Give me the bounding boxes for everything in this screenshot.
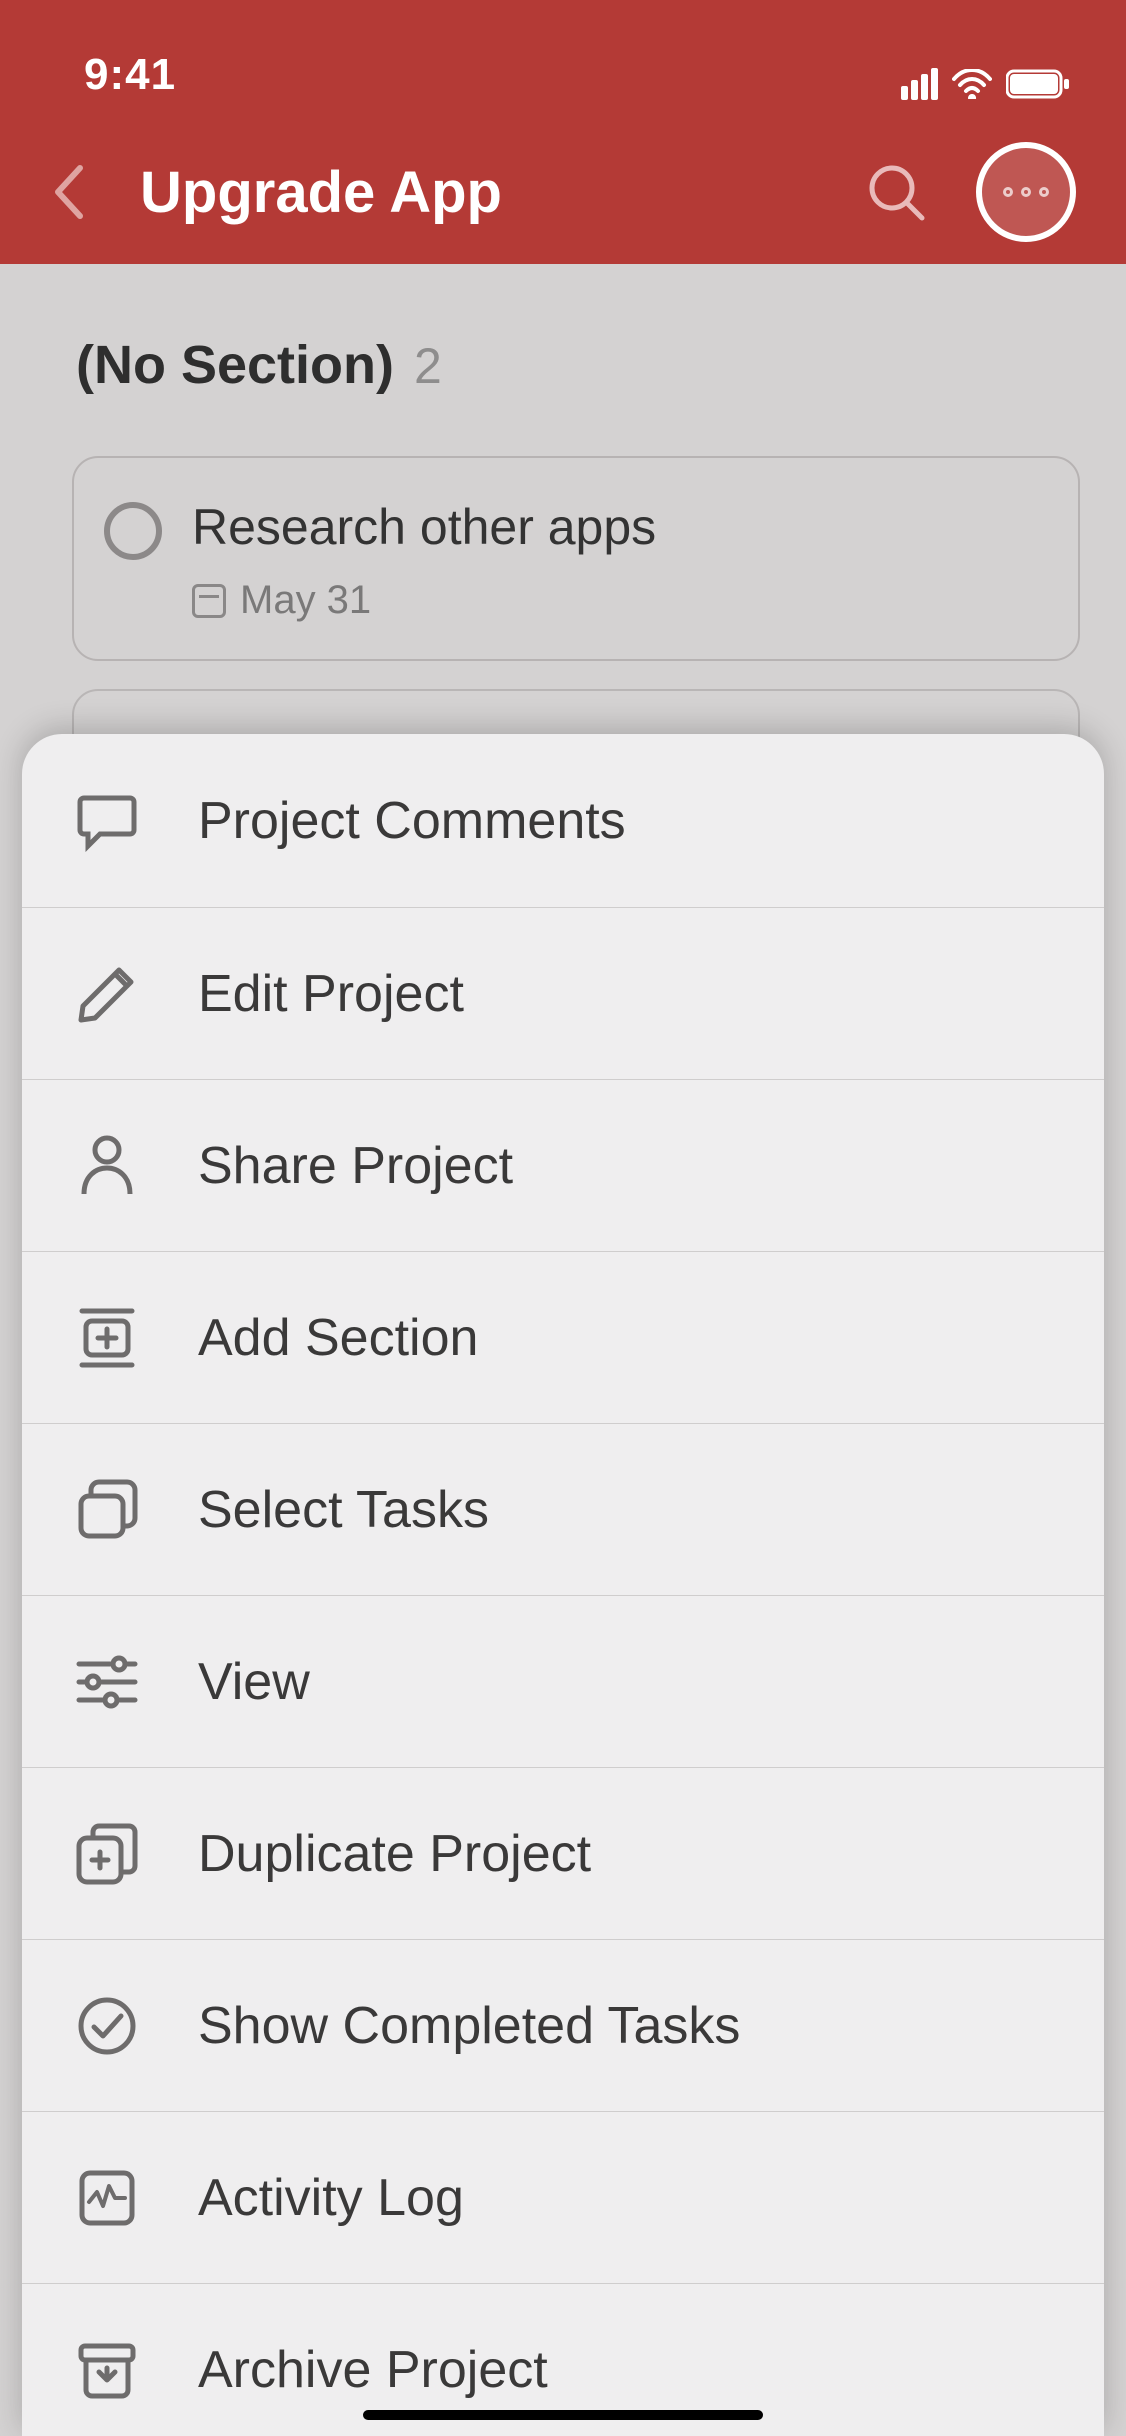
menu-label: View (198, 1652, 310, 1712)
archive-icon (72, 2335, 142, 2405)
activity-icon (72, 2163, 142, 2233)
menu-label: Project Comments (198, 791, 626, 851)
section-count: 2 (414, 337, 442, 395)
menu-label: Duplicate Project (198, 1824, 591, 1884)
check-circle-icon (72, 1991, 142, 2061)
add-section-icon (72, 1303, 142, 1373)
duplicate-icon (72, 1819, 142, 1889)
more-button[interactable] (976, 142, 1076, 242)
task-date: May 31 (240, 578, 371, 623)
menu-label: Share Project (198, 1136, 513, 1196)
comment-icon (72, 786, 142, 856)
task-meta: May 31 (192, 578, 656, 623)
menu-duplicate-project[interactable]: Duplicate Project (22, 1768, 1104, 1940)
page-title: Upgrade App (140, 159, 856, 226)
menu-label: Select Tasks (198, 1480, 489, 1540)
task-content: Research other apps May 31 (192, 498, 656, 623)
person-icon (72, 1131, 142, 1201)
status-bar: 9:41 (0, 0, 1126, 120)
menu-activity-log[interactable]: Activity Log (22, 2112, 1104, 2284)
menu-label: Activity Log (198, 2168, 464, 2228)
menu-label: Add Section (198, 1308, 478, 1368)
stack-icon (72, 1475, 142, 1545)
menu-show-completed[interactable]: Show Completed Tasks (22, 1940, 1104, 2112)
status-time: 9:41 (84, 50, 176, 100)
menu-add-section[interactable]: Add Section (22, 1252, 1104, 1424)
section-header[interactable]: (No Section) 2 (76, 334, 1080, 396)
back-button[interactable] (30, 152, 110, 232)
menu-edit-project[interactable]: Edit Project (22, 908, 1104, 1080)
more-dot (1003, 187, 1013, 197)
pencil-icon (72, 959, 142, 1029)
menu-share-project[interactable]: Share Project (22, 1080, 1104, 1252)
task-title: Research other apps (192, 498, 656, 556)
signal-icon (901, 68, 938, 100)
calendar-icon (192, 584, 226, 618)
header: Upgrade App (0, 120, 1126, 264)
wifi-icon (952, 69, 992, 99)
menu-label: Show Completed Tasks (198, 1996, 740, 2056)
menu-view[interactable]: View (22, 1596, 1104, 1768)
menu-project-comments[interactable]: Project Comments (22, 734, 1104, 908)
action-sheet: Project Comments Edit Project Share Proj… (22, 734, 1104, 2436)
menu-label: Archive Project (198, 2340, 548, 2400)
task-checkbox[interactable] (104, 502, 162, 560)
search-button[interactable] (856, 152, 936, 232)
menu-label: Edit Project (198, 964, 464, 1024)
section-name: (No Section) (76, 334, 394, 396)
status-indicators (901, 68, 1070, 100)
task-card[interactable]: Research other apps May 31 (72, 456, 1080, 661)
home-indicator[interactable] (363, 2410, 763, 2420)
screen: 9:41 Upgrade App (No (0, 0, 1126, 2436)
more-dot (1039, 187, 1049, 197)
battery-icon (1006, 69, 1070, 99)
menu-select-tasks[interactable]: Select Tasks (22, 1424, 1104, 1596)
sliders-icon (72, 1647, 142, 1717)
more-dot (1021, 187, 1031, 197)
